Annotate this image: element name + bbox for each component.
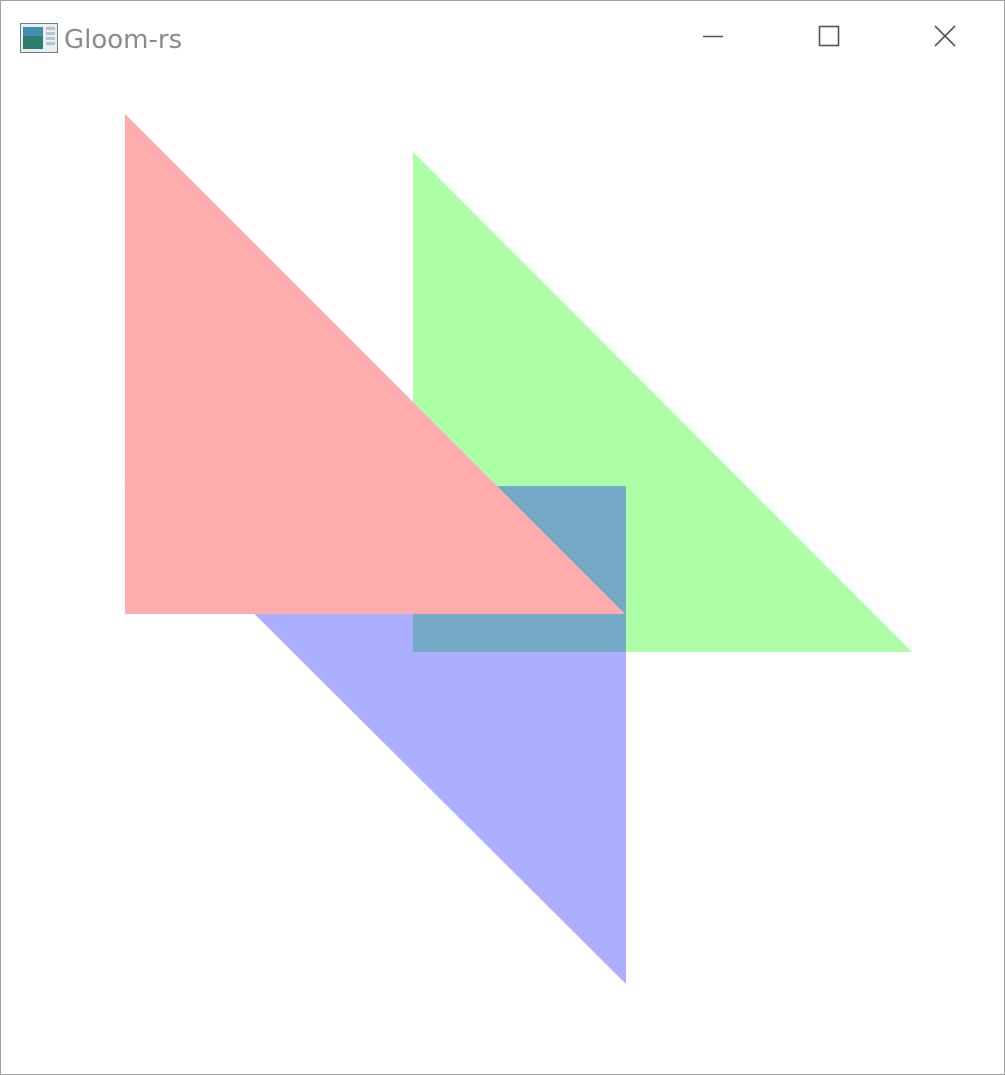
minimize-icon — [702, 25, 724, 52]
maximize-icon — [818, 25, 840, 52]
close-icon — [934, 24, 956, 52]
maximize-button[interactable] — [771, 1, 887, 75]
app-window-icon[interactable] — [20, 23, 58, 53]
triangle-scene — [124, 114, 912, 984]
title-bar[interactable]: Gloom-rs — [1, 1, 1004, 75]
window-title: Gloom-rs — [64, 25, 183, 55]
close-button[interactable] — [887, 1, 1003, 75]
minimize-button[interactable] — [655, 1, 771, 75]
render-canvas[interactable] — [1, 75, 1004, 1074]
app-window: Gloom-rs — [0, 0, 1005, 1075]
